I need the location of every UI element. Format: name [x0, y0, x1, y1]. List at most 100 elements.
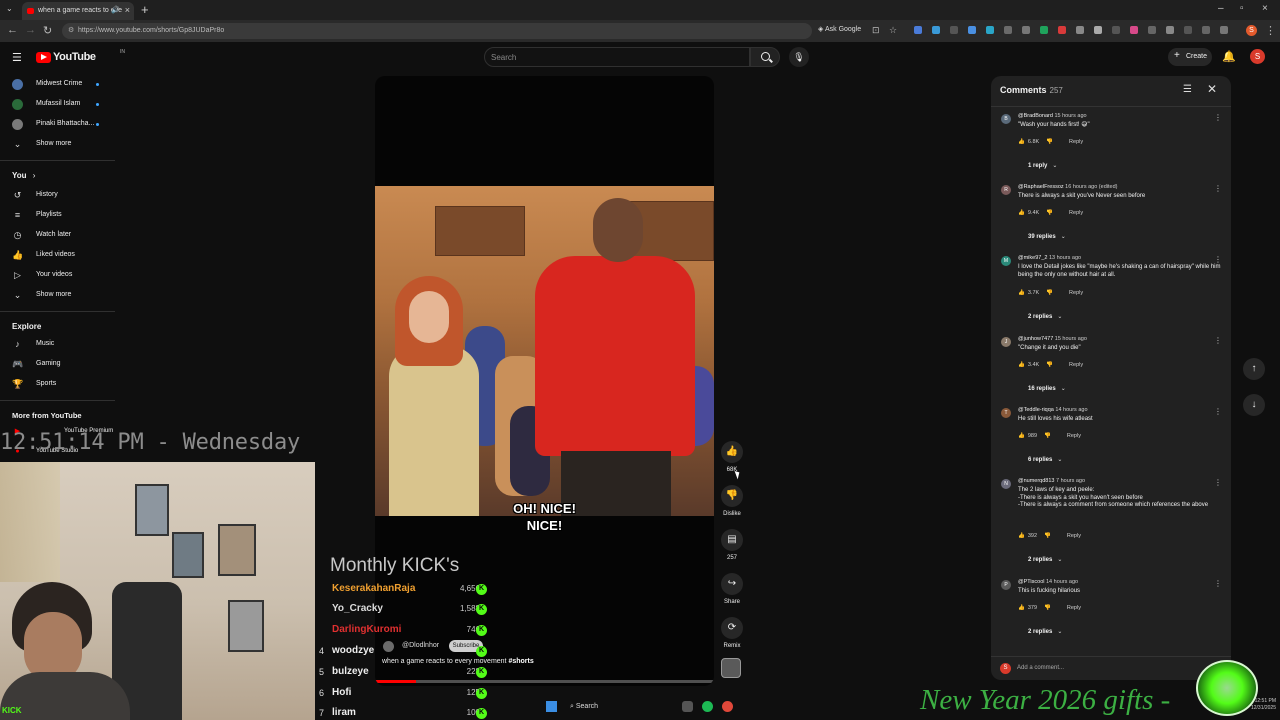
remix-button[interactable]: ⟳ Remix	[720, 617, 744, 649]
sidebar-item-subscription[interactable]: Midwest Crime	[0, 76, 115, 94]
sidebar-item-gaming[interactable]: 🎮 Gaming	[0, 356, 115, 374]
extension-icon[interactable]	[1022, 26, 1030, 34]
browser-profile-avatar[interactable]: S	[1246, 25, 1257, 36]
create-button[interactable]: + Create	[1168, 48, 1212, 66]
browser-menu-icon[interactable]: ⋮	[1265, 24, 1276, 37]
view-replies-button[interactable]: 2 replies ⌄	[1028, 556, 1062, 563]
task-view-icon[interactable]	[682, 701, 693, 712]
account-avatar[interactable]: S	[1250, 49, 1265, 64]
downloads-icon[interactable]	[1184, 26, 1192, 34]
back-icon[interactable]: ←	[7, 24, 18, 36]
previous-short-button[interactable]: ↑	[1243, 358, 1265, 380]
notifications-bell-icon[interactable]: 🔔	[1222, 50, 1236, 63]
more-options-icon[interactable]: ⋮	[1214, 579, 1222, 588]
extension-icon[interactable]	[1112, 26, 1120, 34]
comment-author[interactable]: @PTiscool	[1018, 579, 1044, 585]
dislike-comment-icon[interactable]: 👎	[1044, 605, 1051, 611]
add-comment-field[interactable]: S Add a comment...	[991, 656, 1231, 680]
sidebar-item-playlists[interactable]: ≡ Playlists	[0, 207, 115, 225]
sidebar-you-heading[interactable]: You ›	[12, 171, 35, 180]
like-comment-icon[interactable]: 👍	[1018, 605, 1025, 611]
dislike-comment-icon[interactable]: 👎	[1044, 433, 1051, 439]
extension-icon[interactable]	[1040, 26, 1048, 34]
video-frame[interactable]	[375, 186, 714, 516]
like-comment-icon[interactable]: 👍	[1018, 210, 1025, 216]
search-button[interactable]	[750, 47, 780, 67]
sidebar-item-your-videos[interactable]: ▷ Your videos	[0, 267, 115, 285]
extension-icon[interactable]	[914, 26, 922, 34]
sidebar-show-more[interactable]: ⌄ Show more	[0, 136, 115, 154]
more-options-icon[interactable]: ⋮	[1214, 407, 1222, 416]
sidebar-item-history[interactable]: ↺ History	[0, 187, 115, 205]
reply-button[interactable]: Reply	[1069, 210, 1083, 216]
reply-button[interactable]: Reply	[1067, 533, 1081, 539]
reply-button[interactable]: Reply	[1069, 362, 1083, 368]
sidebar-icon[interactable]	[1202, 26, 1210, 34]
extension-icon[interactable]	[1058, 26, 1066, 34]
sidebar-item-watch-later[interactable]: ◷ Watch later	[0, 227, 115, 245]
reply-button[interactable]: Reply	[1069, 290, 1083, 296]
commenter-avatar[interactable]: T	[1001, 408, 1011, 418]
close-tab-icon[interactable]: ×	[125, 5, 130, 15]
sidebar-item-sports[interactable]: 🏆 Sports	[0, 376, 115, 394]
like-comment-icon[interactable]: 👍	[1018, 362, 1025, 368]
comment-author[interactable]: @mike97_2	[1018, 255, 1047, 261]
commenter-avatar[interactable]: J	[1001, 337, 1011, 347]
comments-button[interactable]: ▤ 257	[720, 529, 744, 561]
dislike-comment-icon[interactable]: 👎	[1046, 210, 1053, 216]
commenter-avatar[interactable]: P	[1001, 580, 1011, 590]
extension-icon[interactable]	[1004, 26, 1012, 34]
speaker-icon[interactable]: 🔊	[111, 6, 120, 14]
dislike-comment-icon[interactable]: 👎	[1046, 290, 1053, 296]
search-input[interactable]: Search	[484, 47, 750, 67]
extension-icon[interactable]	[932, 26, 940, 34]
browser-tab[interactable]: when a game reacts to eve 🔊 ×	[22, 2, 134, 20]
spotify-icon[interactable]	[702, 701, 713, 712]
extensions-puzzle-icon[interactable]	[1166, 26, 1174, 34]
more-options-icon[interactable]: ⋮	[1214, 113, 1222, 122]
windows-start-icon[interactable]	[546, 701, 557, 712]
sidebar-item-subscription[interactable]: Pinaki Bhattacha...	[0, 116, 115, 134]
extension-icon[interactable]	[986, 26, 994, 34]
site-info-icon[interactable]: ⚙	[68, 26, 74, 34]
view-replies-button[interactable]: 1 reply ⌄	[1028, 162, 1057, 169]
like-comment-icon[interactable]: 👍	[1018, 139, 1025, 145]
sidebar-item-liked-videos[interactable]: 👍 Liked videos	[0, 247, 115, 265]
extension-icon[interactable]	[1130, 26, 1138, 34]
forward-icon[interactable]: →	[25, 24, 36, 36]
comment-author[interactable]: @RaphaelFressoz	[1018, 184, 1064, 190]
dislike-button[interactable]: 👎 Dislike	[720, 485, 744, 517]
share-button[interactable]: ↪ Share	[720, 573, 744, 605]
comment-author[interactable]: @BradBonard	[1018, 113, 1053, 119]
voice-search-button[interactable]: 🎙	[789, 47, 809, 67]
next-short-button[interactable]: ↓	[1243, 394, 1265, 416]
chrome-icon[interactable]	[722, 701, 733, 712]
sidebar-item-music[interactable]: ♪ Music	[0, 336, 115, 354]
dislike-comment-icon[interactable]: 👎	[1046, 362, 1053, 368]
dislike-comment-icon[interactable]: 👎	[1044, 533, 1051, 539]
more-options-icon[interactable]: ⋮	[1214, 184, 1222, 193]
view-replies-button[interactable]: 39 replies ⌄	[1028, 233, 1066, 240]
menu-icon[interactable]: ☰	[12, 51, 22, 64]
like-comment-icon[interactable]: 👍	[1018, 533, 1025, 539]
like-button[interactable]: 👍 68K	[720, 441, 744, 473]
close-window-icon[interactable]: ×	[1262, 3, 1268, 14]
extension-icon[interactable]	[1148, 26, 1156, 34]
address-bar[interactable]: ⚙ https://www.youtube.com/shorts/Gp8JUDa…	[62, 23, 812, 39]
extension-icon[interactable]	[968, 26, 976, 34]
extension-icon[interactable]	[1220, 26, 1228, 34]
view-replies-button[interactable]: 16 replies ⌄	[1028, 385, 1066, 392]
reply-button[interactable]: Reply	[1069, 139, 1083, 145]
sidebar-show-more[interactable]: ⌄ Show more	[0, 287, 115, 305]
view-replies-button[interactable]: 2 replies ⌄	[1028, 628, 1062, 635]
close-icon[interactable]: ✕	[1207, 82, 1217, 96]
commenter-avatar[interactable]: R	[1001, 185, 1011, 195]
install-icon[interactable]: ⊡	[872, 25, 880, 36]
reply-button[interactable]: Reply	[1067, 605, 1081, 611]
more-options-icon[interactable]: ⋮	[1214, 336, 1222, 345]
hashtag-link[interactable]: #shorts	[508, 658, 533, 665]
tab-search-icon[interactable]: ⌄	[6, 4, 13, 13]
sidebar-item-subscription[interactable]: Mufassil Islam	[0, 96, 115, 114]
view-replies-button[interactable]: 2 replies ⌄	[1028, 313, 1062, 320]
commenter-avatar[interactable]: M	[1001, 256, 1011, 266]
